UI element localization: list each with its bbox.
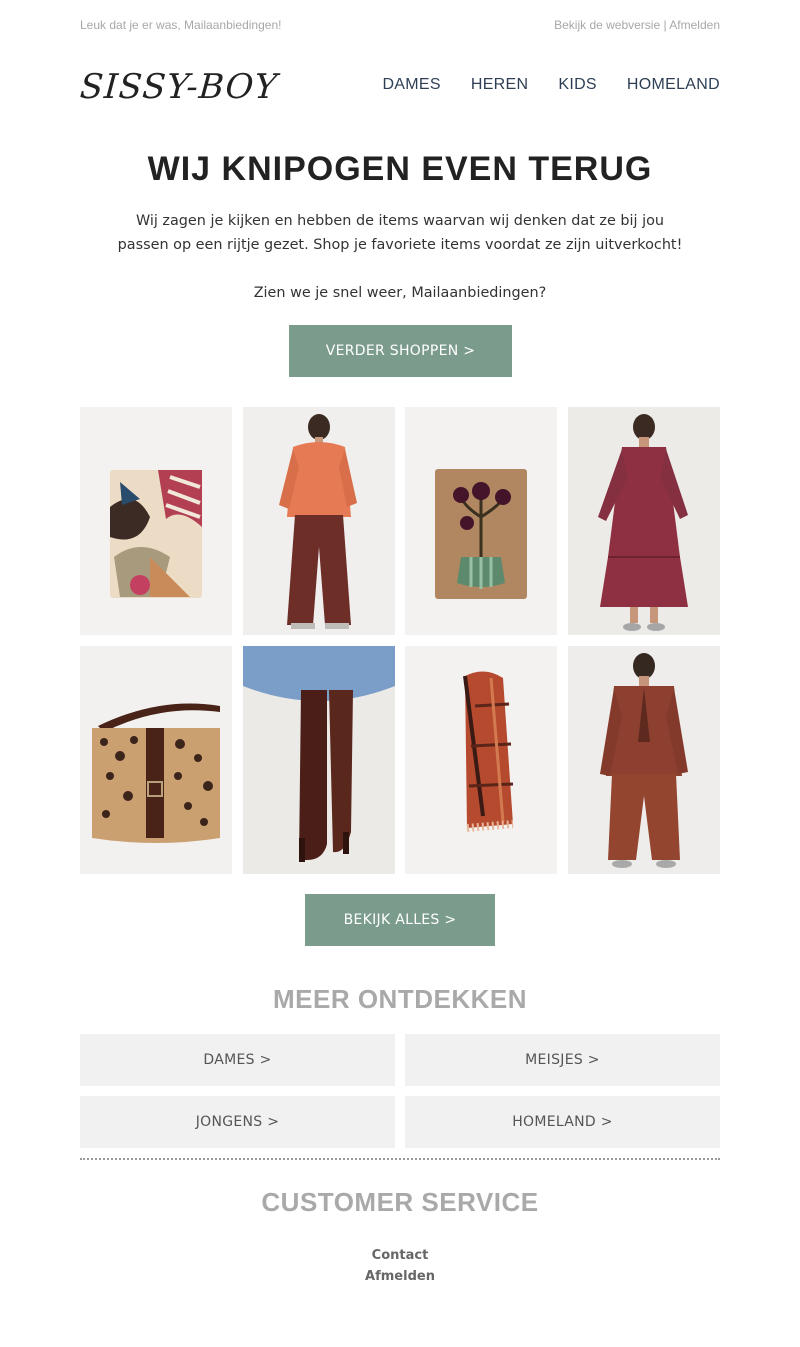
contact-link[interactable]: Contact — [80, 1248, 720, 1263]
rust-check-scarf-image — [405, 646, 557, 874]
view-all-button[interactable]: BEKIJK ALLES > — [305, 894, 495, 946]
product-tile[interactable] — [568, 407, 720, 635]
flower-vase-rug-image — [405, 407, 557, 635]
nav-item-homeland[interactable]: HOMELAND — [627, 76, 720, 94]
footer-unsubscribe-link[interactable]: Afmelden — [80, 1269, 720, 1284]
product-tile[interactable] — [405, 407, 557, 635]
main-nav: DAMES HEREN KIDS HOMELAND — [382, 76, 720, 94]
category-button-homeland[interactable]: HOMELAND > — [405, 1096, 720, 1148]
orange-blouse-outfit-image — [243, 407, 395, 635]
intro-text: Wij zagen je kijken en hebben de items w… — [110, 209, 690, 257]
product-tile[interactable] — [568, 646, 720, 874]
patterned-rug-image — [80, 407, 232, 635]
intro-line-1: Wij zagen je kijken en hebben de items w… — [135, 213, 665, 229]
closing-greeting: Zien we je snel weer, Mailaanbiedingen? — [253, 285, 547, 301]
category-button-meisjes[interactable]: MEISJES > — [405, 1034, 720, 1086]
customer-service-title: CUSTOMER SERVICE — [261, 1187, 539, 1217]
header: SISSY-BOY DAMES HEREN KIDS HOMELAND — [78, 64, 720, 112]
webversion-link[interactable]: Bekijk de webversie — [554, 18, 660, 32]
dotted-divider — [80, 1158, 720, 1160]
page-title: WIJ KNIPOGEN EVEN TERUG — [147, 150, 653, 188]
product-tile[interactable] — [80, 646, 232, 874]
discover-title: MEER ONTDEKKEN — [272, 984, 527, 1014]
nav-item-dames[interactable]: DAMES — [382, 76, 440, 94]
nav-item-heren[interactable]: HEREN — [471, 76, 529, 94]
brown-suit-image — [568, 646, 720, 874]
red-maxi-dress-image — [568, 407, 720, 635]
category-button-jongens[interactable]: JONGENS > — [80, 1096, 395, 1148]
continue-shopping-button[interactable]: VERDER SHOPPEN > — [289, 325, 512, 377]
nav-item-kids[interactable]: KIDS — [558, 76, 597, 94]
product-tile[interactable] — [243, 646, 395, 874]
intro-line-2: passen op een rijtje gezet. Shop je favo… — [117, 237, 683, 253]
brand-logo[interactable]: SISSY-BOY — [78, 64, 280, 110]
leopard-bag-image — [80, 646, 232, 874]
product-tile[interactable] — [405, 646, 557, 874]
category-button-dames[interactable]: DAMES > — [80, 1034, 395, 1086]
link-separator: | — [663, 18, 667, 32]
preheader-links: Bekijk de webversie | Afmelden — [554, 18, 720, 32]
preheader-greeting: Leuk dat je er was, Mailaanbiedingen! — [80, 18, 282, 32]
product-tile[interactable] — [80, 407, 232, 635]
unsubscribe-link[interactable]: Afmelden — [669, 18, 720, 32]
product-tile[interactable] — [243, 407, 395, 635]
preheader: Leuk dat je er was, Mailaanbiedingen! Be… — [80, 18, 720, 34]
brown-suede-boots-image — [243, 646, 395, 874]
